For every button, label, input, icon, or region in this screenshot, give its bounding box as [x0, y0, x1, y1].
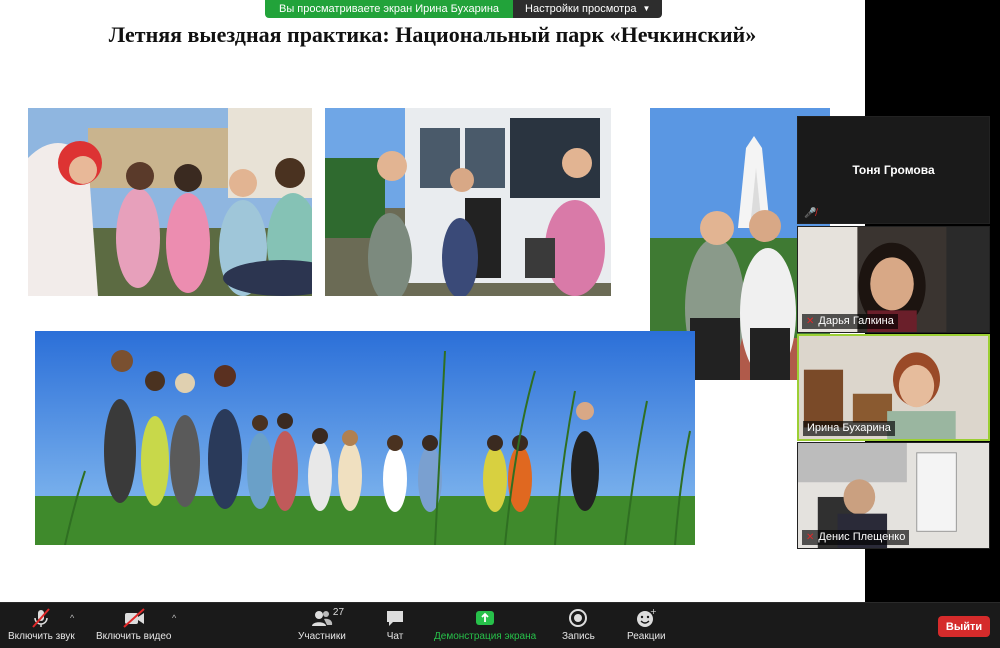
participant-tile-galkina[interactable]: ✕ Дарья Галкина: [797, 226, 990, 333]
chevron-down-icon: ▼: [642, 4, 651, 13]
participant-tile-bukharina[interactable]: Ирина Бухарина: [797, 334, 990, 441]
audio-options-caret-icon[interactable]: ^: [70, 613, 74, 623]
leave-meeting-button[interactable]: Выйти: [938, 616, 990, 637]
participant-name: Денис Плещенко: [818, 531, 906, 543]
participant-tile-pleshchenko[interactable]: ✕ Денис Плещенко: [797, 442, 990, 549]
reactions-label: Реакции: [627, 631, 666, 642]
share-banner: Вы просматриваете экран Ирина Бухарина Н…: [265, 0, 663, 18]
photo-meadow-group: [35, 331, 695, 545]
record-label: Запись: [562, 631, 595, 642]
video-off-icon: [122, 607, 146, 629]
unmute-label: Включить звук: [8, 631, 75, 642]
participant-tile-gromova[interactable]: Тоня Громова 🎤̸: [797, 116, 990, 224]
participants-count: 27: [332, 607, 345, 618]
share-screen-icon: [474, 607, 496, 629]
mic-muted-icon: [30, 607, 52, 629]
participant-name-label: ✕ Дарья Галкина: [802, 314, 898, 329]
muted-mic-badge: 🎤̸: [800, 206, 820, 221]
chat-icon: [384, 607, 406, 629]
record-icon: [567, 607, 589, 629]
photo-bus: [325, 108, 611, 296]
share-screen-button[interactable]: Демонстрация экрана: [434, 607, 536, 642]
share-screen-label: Демонстрация экрана: [434, 631, 537, 642]
slide-title: Летняя выездная практика: Национальный п…: [108, 22, 757, 47]
svg-text:+: +: [650, 607, 657, 616]
unmute-button[interactable]: Включить звук: [8, 607, 75, 642]
chat-button[interactable]: Чат: [384, 607, 406, 642]
record-button[interactable]: Запись: [562, 607, 595, 642]
participant-name-label: Ирина Бухарина: [803, 421, 895, 436]
meeting-stage: Летняя выездная практика: Национальный п…: [0, 0, 1000, 602]
start-video-label: Включить видео: [96, 631, 172, 642]
participants-icon: 27: [311, 607, 344, 629]
view-options-label: Настройки просмотра: [525, 3, 637, 15]
participant-name: Ирина Бухарина: [807, 422, 891, 434]
viewing-screen-label: Вы просматриваете экран Ирина Бухарина: [265, 0, 514, 18]
participants-label: Участники: [298, 631, 346, 642]
meeting-toolbar: Включить звук ^ Включить видео ^ 27 Учас…: [0, 602, 1000, 648]
mic-muted-icon: ✕: [806, 316, 815, 327]
participant-name: Дарья Галкина: [818, 315, 894, 327]
reactions-button[interactable]: + Реакции: [627, 607, 666, 642]
view-options-button[interactable]: Настройки просмотра ▼: [513, 0, 663, 18]
photo-folk-costume: [28, 108, 312, 296]
start-video-button[interactable]: Включить видео: [96, 607, 172, 642]
shared-screen-slide: Летняя выездная практика: Национальный п…: [0, 0, 865, 602]
mic-muted-icon: ✕: [806, 532, 815, 543]
mic-muted-icon: 🎤̸: [804, 208, 817, 219]
participants-button[interactable]: 27 Участники: [298, 607, 346, 642]
participant-name-centered: Тоня Громова: [852, 163, 935, 177]
reactions-icon: +: [635, 607, 657, 629]
video-options-caret-icon[interactable]: ^: [172, 613, 176, 623]
chat-label: Чат: [386, 631, 404, 642]
participant-name-label: ✕ Денис Плещенко: [802, 530, 910, 545]
